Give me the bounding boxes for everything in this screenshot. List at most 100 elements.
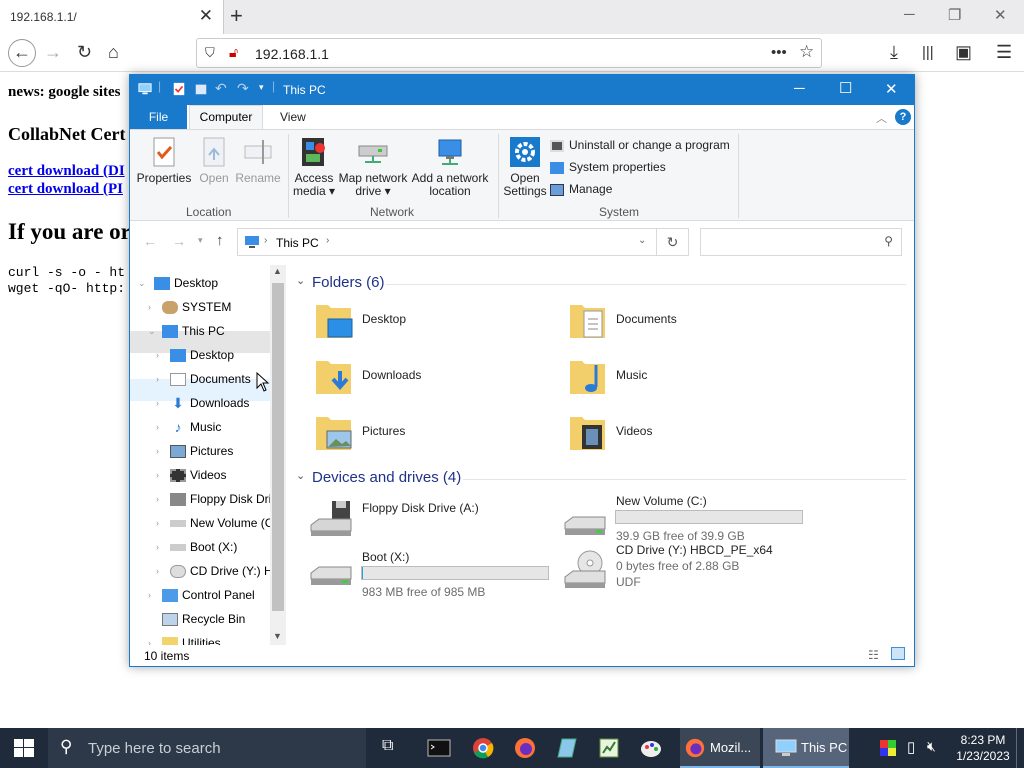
notepad-icon[interactable] [556,737,580,759]
map-network-drive-button[interactable]: Map network drive ▾ [336,136,410,198]
explorer-minimize-icon[interactable]: ─ [794,80,805,97]
control-panel-icon [162,589,178,603]
tree-item-control-panel[interactable]: Control Panel [162,584,255,606]
nav-up-icon[interactable]: ↑ [216,232,224,249]
show-desktop-button[interactable] [1016,728,1017,768]
sidebar-icon[interactable]: ▣ [955,42,972,63]
open-settings-button[interactable]: Open Settings [502,136,548,198]
explorer-close-icon[interactable]: ✕ [885,80,898,98]
tree-item-videos[interactable]: Videos [170,464,226,486]
collapse-ribbon-icon[interactable]: ︿ [876,110,887,126]
properties-button[interactable]: Properties [136,136,192,185]
insecure-lock-icon[interactable]: 🔓︎ [229,44,238,61]
scroll-down-icon[interactable]: ▼ [273,631,282,641]
nav-forward-icon[interactable]: → [172,233,186,249]
nav-scroll-thumb[interactable] [272,283,284,611]
volume-muted-icon[interactable]: 🔇︎ [927,738,936,755]
tree-item-floppy[interactable]: Floppy Disk Dri [170,488,271,510]
color-app-icon[interactable] [880,740,896,756]
url-text[interactable]: 192.168.1.1 [255,46,329,62]
paint-icon[interactable] [640,737,664,759]
new-tab-icon[interactable]: + [230,3,243,29]
taskbar-clock[interactable]: 8:23 PM 1/23/2023 [952,732,1014,764]
tab-file[interactable]: File [130,105,187,129]
add-network-location-button[interactable]: Add a network location [410,136,490,198]
browser-tab[interactable]: 192.168.1.1/ ✕ [0,0,224,34]
search-box[interactable]: ⚲ [700,228,902,256]
cert-download-link-1[interactable]: cert download (DI [8,163,125,180]
bookmark-star-icon[interactable]: ☆ [799,42,814,62]
task-view-icon[interactable]: ⧉ [382,737,393,755]
close-tab-icon[interactable]: ✕ [199,6,213,26]
url-bar[interactable]: ⛉ 🔓︎ 192.168.1.1 ••• ☆ [196,38,822,68]
open-button[interactable]: Open [194,136,234,185]
devices-section-header[interactable]: ⌄ Devices and drives (4) [296,469,461,486]
shield-icon[interactable]: ⛉ [205,45,215,61]
properties-qa-icon[interactable] [172,82,186,96]
windows-start-icon[interactable] [14,739,34,757]
tree-item-boot[interactable]: Boot (X:) [170,536,237,558]
folders-section-header[interactable]: ⌄ Folders (6) [296,274,385,291]
tree-item-this-pc[interactable]: This PC [162,320,225,342]
uninstall-program-button[interactable]: Uninstall or change a program [550,138,730,152]
close-window-icon[interactable]: ✕ [994,6,1007,24]
large-icons-view-icon[interactable] [891,647,905,660]
address-dropdown-icon[interactable]: ⌄ [638,235,646,246]
tree-item-music[interactable]: ♪ Music [170,416,222,438]
breadcrumb-chevron-icon-2[interactable]: › [326,235,329,246]
page-actions-icon[interactable]: ••• [771,44,787,61]
nav-back-icon[interactable]: ← [143,233,157,249]
customize-qa-icon[interactable]: ▾ [259,82,264,93]
undo-icon[interactable]: ↶ [215,80,227,97]
taskbar-firefox-app[interactable]: Mozil... [680,728,760,768]
chrome-icon[interactable] [471,737,495,759]
restore-icon[interactable]: ❐ [948,6,961,24]
tree-item-desktop[interactable]: Desktop [170,344,234,366]
tab-view[interactable]: View [280,110,306,124]
tree-item-utilities[interactable]: Utilities [162,632,221,645]
system-properties-button[interactable]: System properties [550,160,666,174]
tree-item-documents[interactable]: Documents [170,368,251,390]
tree-item-new-volume[interactable]: New Volume (C [170,512,273,534]
tree-item-recycle-bin[interactable]: Recycle Bin [162,608,245,630]
library-icon[interactable]: ||| [922,44,934,61]
refresh-button[interactable]: ↻ [657,228,689,256]
address-bar[interactable]: › This PC › ⌄ [237,228,657,256]
cert-download-link-2[interactable]: cert download (PI [8,181,123,198]
device-icon[interactable]: ▯ [907,738,915,756]
nav-scrollbar[interactable]: ▲ ▼ [270,265,286,645]
terminal-icon[interactable] [427,737,451,759]
tree-item-system[interactable]: SYSTEM [162,296,231,318]
tree-item-downloads[interactable]: ⬇ Downloads [170,392,249,414]
redo-icon[interactable]: ↷ [237,80,249,97]
back-icon[interactable]: ← [8,39,36,67]
taskbar-explorer-app[interactable]: This PC [763,728,849,768]
tree-item-desktop-root[interactable]: Desktop [154,272,218,294]
menu-icon[interactable]: ☰ [996,42,1012,63]
forward-icon[interactable]: → [44,42,62,63]
home-icon[interactable]: ⌂ [108,42,119,63]
collapse-folders-icon[interactable]: ⌄ [296,274,305,287]
recent-locations-icon[interactable]: ▾ [198,235,203,246]
manage-button[interactable]: Manage [550,182,612,196]
downloads-icon[interactable]: ⤓ [890,42,898,63]
minimize-icon[interactable]: ─ [904,6,915,23]
explorer-maximize-icon[interactable]: ☐ [839,79,852,97]
details-view-icon[interactable]: ☷ [868,648,879,662]
address-text[interactable]: This PC [276,236,319,250]
reload-icon[interactable]: ↻ [77,42,92,63]
taskbar-search[interactable]: ⚲ Type here to search [48,728,366,768]
firefox-icon[interactable] [513,737,537,759]
tab-computer[interactable]: Computer [189,105,263,129]
tree-item-pictures[interactable]: Pictures [170,440,233,462]
access-media-button[interactable]: Access media ▾ [292,136,336,198]
collapse-devices-icon[interactable]: ⌄ [296,469,305,482]
rename-button[interactable]: Rename [234,136,282,185]
explorer-titlebar[interactable]: | ↶ ↷ ▾ | This PC ─ ☐ ✕ [130,75,914,105]
help-icon[interactable]: ? [895,109,911,125]
tree-item-cd-drive[interactable]: CD Drive (Y:) H [170,560,273,582]
spreadsheet-icon[interactable] [597,737,621,759]
breadcrumb-chevron-icon[interactable]: › [264,235,267,246]
scroll-up-icon[interactable]: ▲ [273,266,282,276]
new-folder-qa-icon[interactable] [194,82,208,96]
